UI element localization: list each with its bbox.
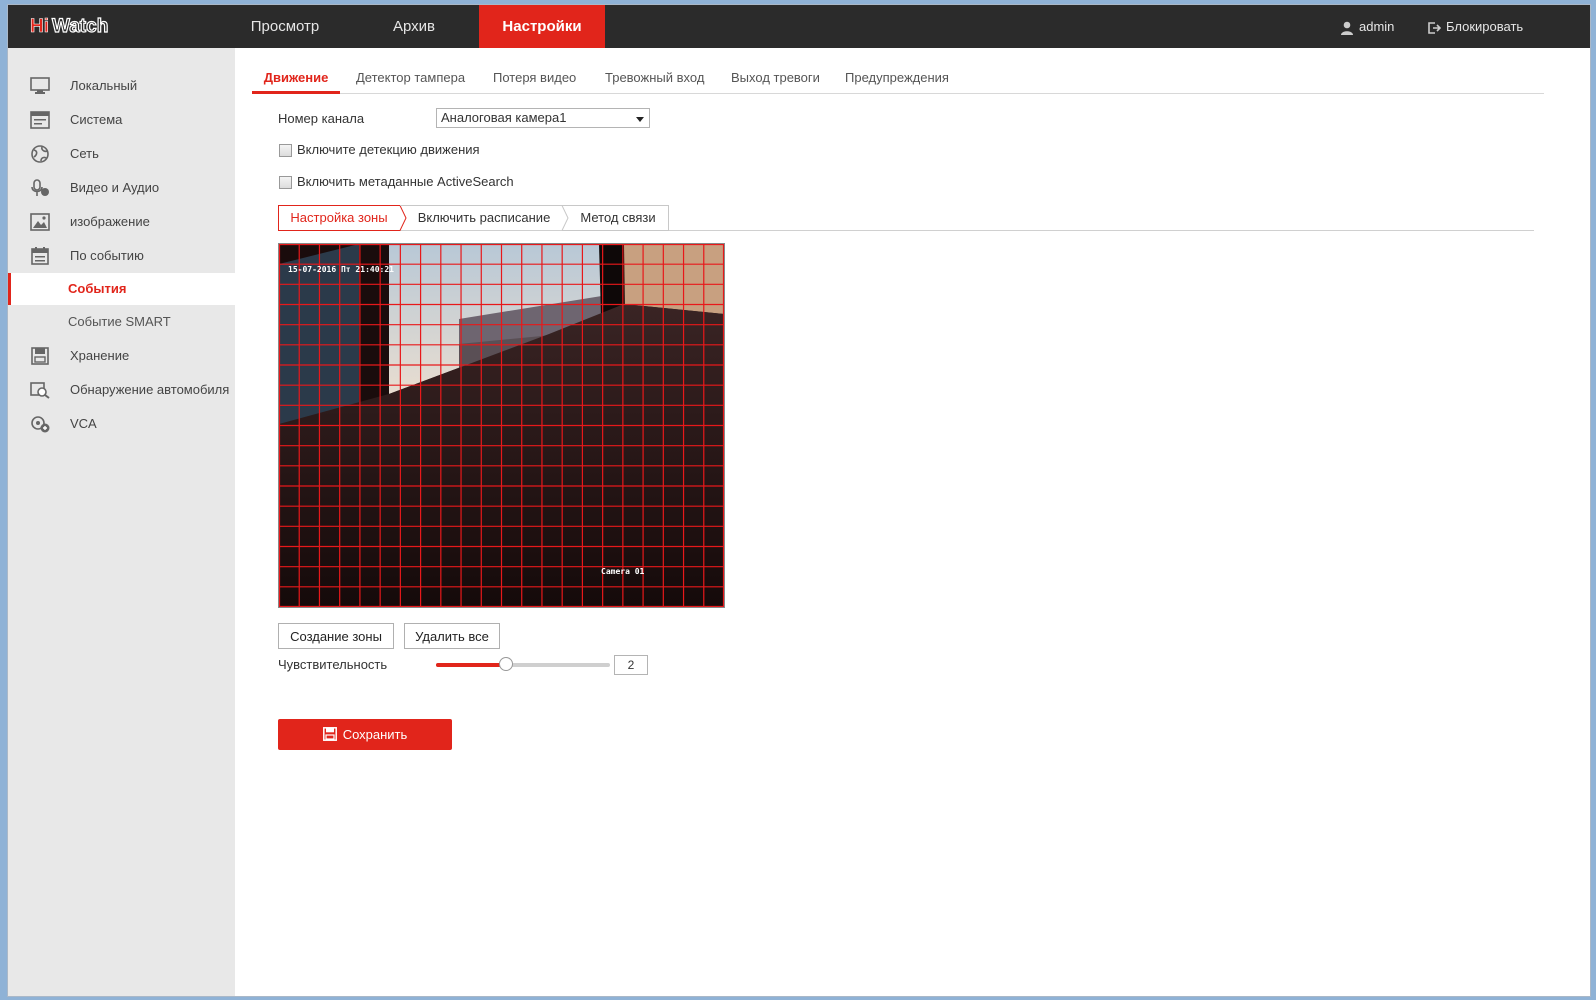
- image-icon: [30, 213, 50, 231]
- event-tabs: Движение Детектор тампера Потеря видео Т…: [252, 63, 1544, 94]
- nav-archive[interactable]: Архив: [370, 5, 458, 48]
- sensitivity-slider[interactable]: [436, 657, 610, 671]
- username: admin: [1359, 19, 1395, 34]
- tab-tamper[interactable]: Детектор тампера: [356, 63, 465, 93]
- sensitivity-slider-handle[interactable]: [498, 657, 513, 671]
- browser-frame: Hi Watch Просмотр Архив Настройки admin …: [7, 4, 1591, 997]
- lock-label: Блокировать: [1446, 19, 1524, 34]
- lock-button[interactable]: Блокировать: [1427, 5, 1523, 48]
- system-icon: [30, 111, 50, 129]
- nav-settings[interactable]: Настройки: [479, 5, 605, 48]
- tab-alarm-input[interactable]: Тревожный вход: [605, 63, 704, 93]
- logout-icon: [1428, 21, 1442, 34]
- sidebar-item-storage[interactable]: Хранение: [8, 340, 235, 372]
- channel-select[interactable]: Аналоговая камера1: [436, 108, 650, 128]
- top-bar: Hi Watch Просмотр Архив Настройки admin …: [8, 5, 1590, 48]
- mic-icon: [31, 179, 49, 196]
- settings-subtabs: Настройка зоны Включить расписание Метод…: [278, 205, 1534, 231]
- sidebar-item-label: Обнаружение автомобиля: [70, 382, 230, 397]
- activesearch-label: Включить метаданные ActiveSearch: [297, 174, 514, 189]
- globe-icon: [31, 145, 49, 163]
- svg-text:Hi: Hi: [30, 16, 49, 36]
- sidebar-item-label: VCA: [70, 416, 97, 431]
- camera-frame: 15-07-2016 Пт 21:40:21 Camera 01: [279, 244, 724, 607]
- sidebar-item-label: Хранение: [70, 348, 130, 363]
- user-menu[interactable]: admin: [1340, 5, 1394, 48]
- activesearch-checkbox[interactable]: [279, 176, 292, 189]
- save-button[interactable]: Сохранить: [278, 719, 452, 750]
- sidebar: Локальный Система Сеть Видео и Аудио изо…: [8, 48, 235, 996]
- tab-video-loss[interactable]: Потеря видео: [493, 63, 576, 93]
- vehicle-detect-icon: [30, 382, 50, 399]
- sidebar-item-system[interactable]: Система: [8, 104, 235, 136]
- sensitivity-label: Чувствительность: [278, 657, 388, 672]
- osd-datetime: 15-07-2016 Пт 21:40:21: [288, 265, 394, 274]
- sidebar-item-label: Сеть: [70, 146, 99, 161]
- sidebar-item-vca[interactable]: VCA: [8, 408, 235, 440]
- sidebar-item-label: Система: [70, 112, 123, 127]
- motion-area-video[interactable]: 15-07-2016 Пт 21:40:21 Camera 01: [278, 243, 725, 608]
- storage-icon: [31, 347, 49, 365]
- sidebar-item-event[interactable]: По событию: [8, 240, 235, 272]
- sidebar-item-label: Видео и Аудио: [70, 180, 160, 195]
- channel-value: Аналоговая камера1: [441, 110, 567, 125]
- sidebar-subitem-label: События: [68, 281, 127, 296]
- sidebar-subitem-label: Событие SMART: [68, 314, 171, 329]
- tab-motion[interactable]: Движение: [252, 63, 340, 94]
- sensitivity-value[interactable]: 2: [614, 655, 648, 675]
- save-label: Сохранить: [342, 727, 408, 742]
- create-zone-button[interactable]: Создание зоны: [278, 623, 394, 649]
- sidebar-item-image[interactable]: изображение: [8, 206, 235, 238]
- calendar-icon: [31, 247, 49, 265]
- delete-all-button[interactable]: Удалить все: [404, 623, 500, 649]
- sidebar-item-label: изображение: [70, 214, 150, 229]
- sidebar-item-network[interactable]: Сеть: [8, 138, 235, 170]
- save-icon: [322, 727, 337, 742]
- sidebar-item-local[interactable]: Локальный: [8, 70, 235, 102]
- sidebar-subitem-events[interactable]: События: [8, 273, 235, 305]
- nav-view[interactable]: Просмотр: [230, 5, 340, 48]
- channel-label: Номер канала: [278, 111, 365, 126]
- sidebar-item-label: По событию: [70, 248, 144, 263]
- vca-icon: [31, 416, 50, 433]
- motion-detection-label: Включите детекцию движения: [297, 142, 480, 157]
- sidebar-item-vehicle-detection[interactable]: Обнаружение автомобиля: [8, 374, 235, 406]
- sidebar-item-video-audio[interactable]: Видео и Аудио: [8, 172, 235, 204]
- subtab-linkage-method[interactable]: Метод связи: [568, 205, 668, 230]
- svg-text:Watch: Watch: [52, 16, 108, 36]
- sidebar-item-label: Локальный: [70, 78, 138, 93]
- sidebar-subitem-smart-event[interactable]: Событие SMART: [8, 306, 235, 338]
- chevron-down-icon: [636, 117, 644, 122]
- tab-exceptions[interactable]: Предупреждения: [845, 63, 949, 93]
- osd-camera-name: Camera 01: [601, 567, 645, 576]
- monitor-icon: [30, 77, 50, 94]
- subtab-arming-schedule[interactable]: Включить расписание: [406, 205, 562, 230]
- sensitivity-slider-fill: [436, 663, 506, 667]
- hiwatch-logo: Hi Watch: [30, 16, 148, 36]
- motion-detection-checkbox[interactable]: [279, 144, 292, 157]
- subtab-area-settings[interactable]: Настройка зоны: [278, 205, 400, 230]
- user-icon: [1341, 21, 1353, 35]
- tab-alarm-output[interactable]: Выход тревоги: [731, 63, 820, 93]
